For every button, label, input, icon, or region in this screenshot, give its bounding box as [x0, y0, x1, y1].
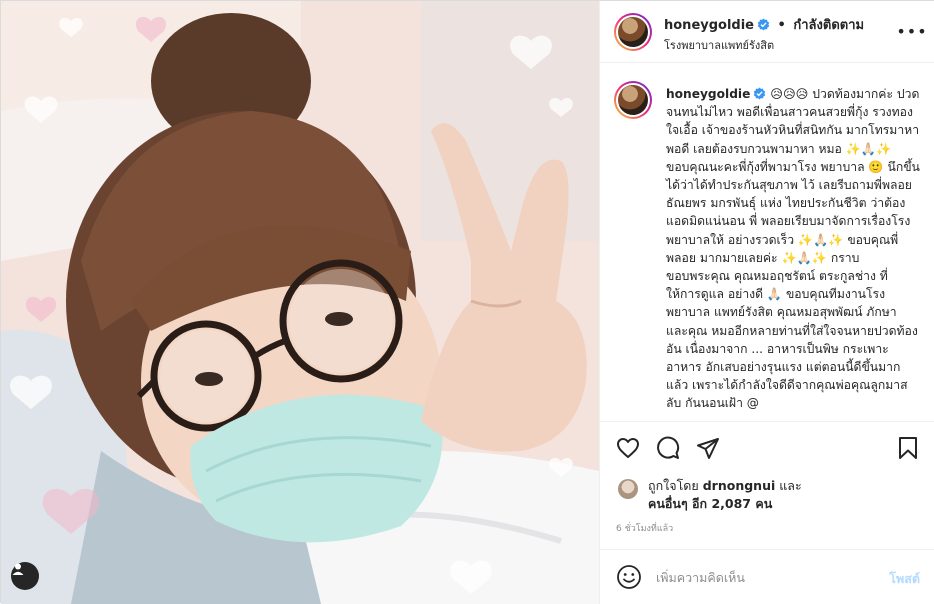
separator-dot: •	[777, 18, 786, 33]
caption-text: 😥😥😥 ปวดท้องมากค่ะ ปวดจนทนไม่ไหว พอดีเพื่…	[666, 87, 920, 411]
caption-area[interactable]: honeygoldie 😥😥😥 ปวดท้องมากค่ะ ปวดจนทนไม่…	[600, 63, 934, 421]
bookmark-icon[interactable]	[894, 434, 922, 462]
others-likes-link[interactable]: คนอื่นๆ อีก 2,087 คน	[648, 496, 772, 511]
action-bar	[600, 421, 934, 475]
caption-avatar[interactable]	[614, 81, 652, 119]
author-avatar[interactable]	[614, 13, 652, 51]
caption-username[interactable]: honeygoldie	[666, 87, 750, 101]
post-timestamp[interactable]: 6 ชั่วโมงที่แล้ว	[616, 521, 673, 535]
comment-input[interactable]	[656, 565, 866, 589]
location-link[interactable]: โรงพยาบาลแพทย์รังสิต	[664, 36, 774, 54]
post-header: honeygoldie • กำลังติดตาม โรงพยาบาลแพทย์…	[600, 1, 934, 63]
heart-icon[interactable]	[614, 434, 642, 462]
liker-avatar[interactable]	[618, 479, 638, 499]
verified-badge-icon	[757, 18, 770, 31]
caption: honeygoldie 😥😥😥 ปวดท้องมากค่ะ ปวดจนทนไม่…	[666, 85, 922, 413]
author-username[interactable]: honeygoldie	[664, 18, 754, 33]
selfie-illustration	[1, 1, 599, 604]
smiley-icon[interactable]	[616, 564, 642, 590]
comment-bubble-icon[interactable]	[654, 434, 682, 462]
liked-by-prefix: ถูกใจโดย	[648, 478, 699, 493]
verified-badge-icon	[754, 87, 766, 100]
post-comment-button[interactable]: โพสต์	[889, 569, 920, 589]
post-photo[interactable]	[1, 1, 599, 604]
more-options-button[interactable]: •••	[896, 21, 926, 41]
following-button[interactable]: กำลังติดตาม	[793, 18, 864, 33]
author-line: honeygoldie • กำลังติดตาม	[664, 14, 864, 35]
user-tag-icon[interactable]	[11, 562, 39, 590]
instagram-post: honeygoldie • กำลังติดตาม โรงพยาบาลแพทย์…	[0, 0, 934, 604]
paper-plane-icon[interactable]	[694, 434, 722, 462]
likes-text: ถูกใจโดย drnongnui และ คนอื่นๆ อีก 2,087…	[648, 477, 802, 513]
post-sidebar: honeygoldie • กำลังติดตาม โรงพยาบาลแพทย์…	[599, 1, 934, 604]
likes-summary: ถูกใจโดย drnongnui และ คนอื่นๆ อีก 2,087…	[616, 475, 926, 515]
comment-box: โพสต์	[600, 549, 934, 604]
liker-username[interactable]: drnongnui	[703, 478, 776, 493]
liked-by-and: และ	[779, 478, 802, 493]
